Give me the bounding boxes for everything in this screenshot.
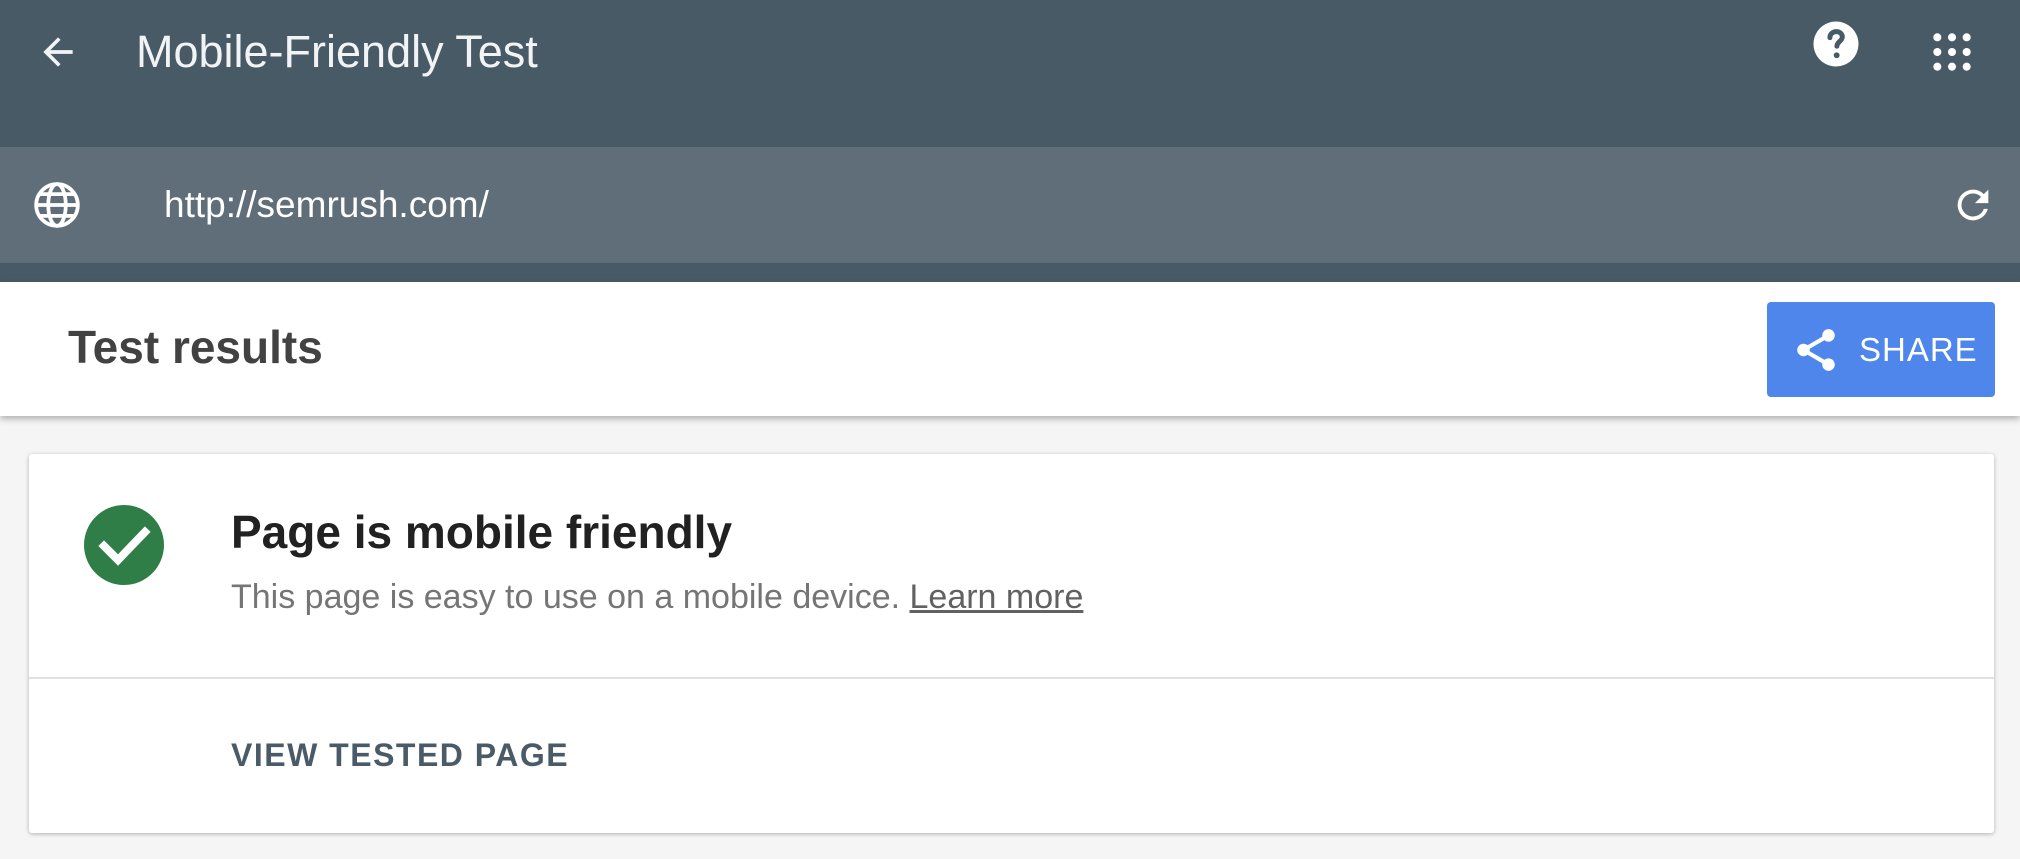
status-title: Page is mobile friendly	[231, 506, 733, 558]
apps-grid-icon	[1933, 33, 1971, 71]
arrow-back-icon	[43, 37, 73, 67]
help-button[interactable]	[1808, 16, 1864, 72]
results-title: Test results	[68, 321, 323, 373]
url-input[interactable]	[164, 176, 1864, 234]
back-button[interactable]	[32, 26, 84, 78]
url-bar-edge	[0, 263, 2020, 282]
globe-icon-wrap	[30, 178, 84, 232]
help-circle-icon	[1813, 21, 1859, 67]
check-circle-icon	[84, 505, 164, 585]
share-icon	[1797, 328, 1835, 371]
app-title: Mobile-Friendly Test	[136, 26, 538, 77]
reload-icon	[1957, 189, 1989, 221]
results-header: Test results SHARE	[0, 282, 2020, 416]
apps-button[interactable]	[1928, 28, 1976, 76]
learn-more-link[interactable]: Learn more	[910, 578, 1084, 616]
globe-icon	[34, 182, 80, 228]
status-description: This page is easy to use on a mobile dev…	[231, 574, 1083, 620]
share-label: SHARE	[1859, 330, 1978, 368]
result-card: Page is mobile friendly This page is eas…	[29, 454, 1994, 833]
share-button[interactable]: SHARE	[1767, 302, 1995, 397]
card-divider	[29, 677, 1994, 679]
status-desc-text: This page is easy to use on a mobile dev…	[231, 578, 901, 616]
view-tested-page-button[interactable]: VIEW TESTED PAGE	[231, 730, 569, 780]
reload-button[interactable]	[1948, 180, 1998, 230]
